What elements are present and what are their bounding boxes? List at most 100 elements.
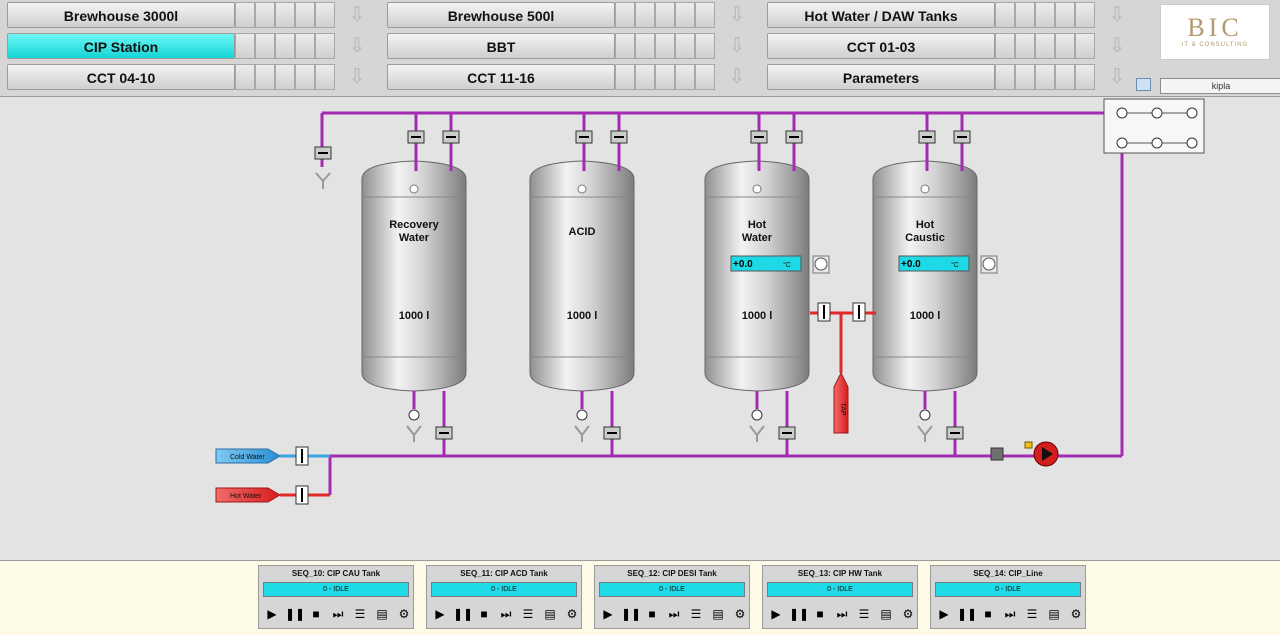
nav-slot [275, 2, 295, 28]
list-icon[interactable]: ▤ [709, 605, 727, 623]
nav-hot-water-daw-tanks[interactable]: Hot Water / DAW Tanks [767, 2, 995, 28]
nav-parameters[interactable]: Parameters [767, 64, 995, 90]
pause-icon[interactable]: ❚❚ [789, 605, 809, 623]
heater-valve-left[interactable] [817, 302, 831, 322]
svg-text:+0.0: +0.0 [901, 259, 921, 270]
list-icon[interactable]: ▤ [1045, 605, 1063, 623]
cip-pump[interactable] [990, 441, 1059, 467]
tank-volume: 1000 l [742, 310, 773, 322]
gear-icon[interactable]: ⚙ [563, 605, 581, 623]
nav-cct-04-10[interactable]: CCT 04-10 [7, 64, 235, 90]
stop-icon[interactable]: ■ [475, 605, 493, 623]
play-icon[interactable]: ▶ [263, 605, 281, 623]
tank-label: Caustic [905, 232, 945, 244]
cold-water-inlet[interactable]: Cold Water [215, 448, 330, 464]
gear-icon[interactable]: ⚙ [395, 605, 413, 623]
list-icon[interactable]: ▤ [373, 605, 391, 623]
temperature-sensor-icon[interactable] [812, 255, 830, 274]
tank-hot-caustic[interactable]: HotCaustic 1000 l +0.0 °C [872, 113, 998, 456]
skip-icon[interactable]: ⏭ [665, 605, 683, 623]
heater-valve-right[interactable] [852, 302, 866, 322]
drain-icon [917, 409, 933, 442]
skip-icon[interactable]: ⏭ [833, 605, 851, 623]
pause-icon[interactable]: ❚❚ [957, 605, 977, 623]
company-logo: BIC IT & CONSULTING [1160, 4, 1270, 60]
nav-slot [1055, 33, 1075, 59]
nav-expand-arrow-icon[interactable]: ⇩ [1105, 2, 1129, 28]
nav-expand-arrow-icon[interactable]: ⇩ [725, 64, 749, 90]
tank-inlet-valve[interactable] [785, 130, 803, 144]
pause-icon[interactable]: ❚❚ [285, 605, 305, 623]
gear-icon[interactable]: ⚙ [899, 605, 917, 623]
nav-cct-11-16[interactable]: CCT 11-16 [387, 64, 615, 90]
nav-slot [655, 64, 675, 90]
tank-inlet-valve[interactable] [575, 130, 593, 144]
nav-expand-arrow-icon[interactable]: ⇩ [725, 33, 749, 59]
list-icon[interactable]: ▤ [877, 605, 895, 623]
tank-recovery-water[interactable]: RecoveryWater 1000 l [361, 113, 467, 456]
temperature-sensor-icon[interactable] [980, 255, 998, 274]
stop-icon[interactable]: ■ [307, 605, 325, 623]
tank-outlet-valve[interactable] [603, 426, 621, 440]
drain-icon [749, 409, 765, 442]
stop-icon[interactable]: ■ [979, 605, 997, 623]
chat-icon[interactable]: ☰ [687, 605, 705, 623]
nav-bbt[interactable]: BBT [387, 33, 615, 59]
tank-inlet-valve[interactable] [750, 130, 768, 144]
skip-icon[interactable]: ⏭ [497, 605, 515, 623]
stop-icon[interactable]: ■ [811, 605, 829, 623]
user-icon[interactable] [1136, 78, 1151, 91]
play-icon[interactable]: ▶ [935, 605, 953, 623]
tank-inlet-valve[interactable] [442, 130, 460, 144]
cold-water-valve[interactable] [295, 446, 309, 466]
nav-expand-arrow-icon[interactable]: ⇩ [345, 2, 369, 28]
chat-icon[interactable]: ☰ [351, 605, 369, 623]
pause-icon[interactable]: ❚❚ [621, 605, 641, 623]
nav-cct-01-03[interactable]: CCT 01-03 [767, 33, 995, 59]
svg-text:TAP: TAP [839, 402, 846, 415]
tank-inlet-valve[interactable] [918, 130, 936, 144]
tank-hot-water[interactable]: HotWater 1000 l +0.0 °C [704, 113, 830, 456]
temperature-readout: +0.0 °C [898, 255, 970, 272]
pause-icon[interactable]: ❚❚ [453, 605, 473, 623]
nav-brewhouse-3000[interactable]: Brewhouse 3000l [7, 2, 235, 28]
sequence-title: SEQ_10: CIP CAU Tank [291, 569, 381, 578]
hot-water-valve[interactable] [295, 485, 309, 505]
nav-expand-arrow-icon[interactable]: ⇩ [345, 33, 369, 59]
chat-icon[interactable]: ☰ [519, 605, 537, 623]
tank-label: Water [742, 232, 773, 244]
tank-outlet-valve[interactable] [946, 426, 964, 440]
list-icon[interactable]: ▤ [541, 605, 559, 623]
tank-label: Hot [748, 219, 767, 231]
chat-icon[interactable]: ☰ [1023, 605, 1041, 623]
play-icon[interactable]: ▶ [431, 605, 449, 623]
tank-inlet-valve[interactable] [953, 130, 971, 144]
nav-expand-arrow-icon[interactable]: ⇩ [1105, 33, 1129, 59]
temperature-readout: +0.0 °C [730, 255, 802, 272]
nav-slot [1075, 33, 1095, 59]
tank-acid[interactable]: ACID 1000 l [529, 113, 635, 456]
valve-manifold[interactable] [1103, 98, 1205, 154]
stop-icon[interactable]: ■ [643, 605, 661, 623]
nav-expand-arrow-icon[interactable]: ⇩ [1105, 64, 1129, 90]
nav-brewhouse-500[interactable]: Brewhouse 500l [387, 2, 615, 28]
chat-icon[interactable]: ☰ [855, 605, 873, 623]
drain-valve[interactable] [314, 146, 332, 189]
gear-icon[interactable]: ⚙ [731, 605, 749, 623]
tank-outlet-valve[interactable] [778, 426, 796, 440]
nav-cip-station[interactable]: CIP Station [7, 33, 235, 59]
play-icon[interactable]: ▶ [767, 605, 785, 623]
nav-expand-arrow-icon[interactable]: ⇩ [725, 2, 749, 28]
nav-expand-arrow-icon[interactable]: ⇩ [345, 64, 369, 90]
play-icon[interactable]: ▶ [599, 605, 617, 623]
gear-icon[interactable]: ⚙ [1067, 605, 1085, 623]
tank-inlet-valve[interactable] [610, 130, 628, 144]
skip-icon[interactable]: ⏭ [1001, 605, 1019, 623]
hot-water-inlet[interactable]: Hot Water [215, 487, 330, 503]
skip-icon[interactable]: ⏭ [329, 605, 347, 623]
nav-slot [635, 2, 655, 28]
sequence-status: 0 - IDLE [767, 582, 913, 597]
tank-outlet-valve[interactable] [435, 426, 453, 440]
nav-slot [635, 64, 655, 90]
tank-inlet-valve[interactable] [407, 130, 425, 144]
